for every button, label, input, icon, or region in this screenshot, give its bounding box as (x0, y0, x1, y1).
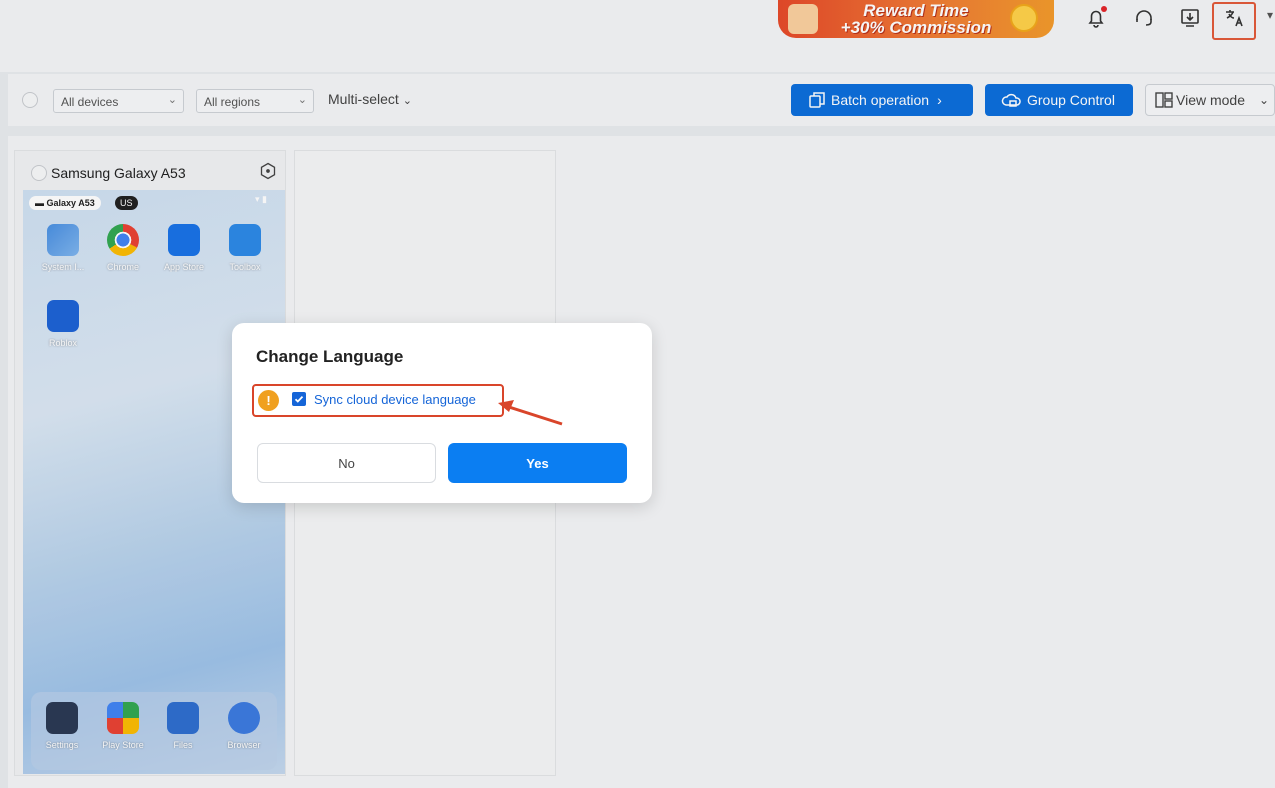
yes-button[interactable]: Yes (448, 443, 627, 483)
checkmark-icon (294, 395, 304, 403)
no-button[interactable]: No (257, 443, 436, 483)
warning-icon: ! (258, 390, 279, 411)
annotation-arrow-icon (498, 400, 563, 426)
sync-language-checkbox[interactable] (292, 392, 306, 406)
sync-language-label[interactable]: Sync cloud device language (314, 392, 476, 407)
change-language-dialog: Change Language ! Sync cloud device lang… (232, 323, 652, 503)
dialog-title: Change Language (256, 347, 404, 366)
